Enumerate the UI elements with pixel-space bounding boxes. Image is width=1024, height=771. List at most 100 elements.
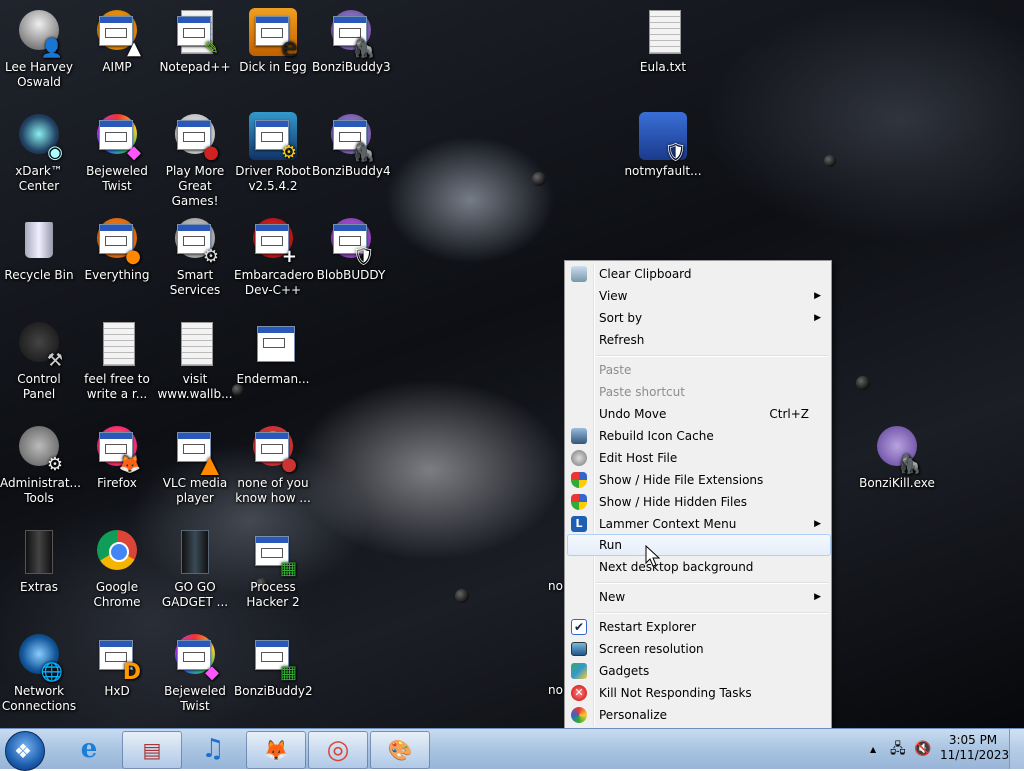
paint-palette-icon: 🎨: [387, 738, 413, 762]
icon-label: BonziBuddy2: [234, 684, 313, 698]
desktop-icon-bejeweled-twist[interactable]: ◆ Bejeweled Twist: [78, 112, 156, 194]
taskbar-winrar[interactable]: ▤: [122, 731, 182, 769]
desktop-icon-network-connections[interactable]: 🌐 Network Connections: [0, 632, 78, 714]
menu-item-gadgets[interactable]: Gadgets: [567, 660, 829, 682]
desktop-icon-notmyfault[interactable]: 🛡 notmyfault...: [624, 112, 702, 179]
icon-label: Dick in Egg: [239, 60, 307, 74]
desktop-icon-bonzibuddy2[interactable]: ▦ BonziBuddy2: [234, 632, 313, 699]
menu-item-show-hide-extensions[interactable]: Show / Hide File Extensions: [567, 469, 829, 491]
taskbar-chrome[interactable]: ◎: [308, 731, 368, 769]
orb-icon: ◉: [47, 142, 63, 163]
taskbar: ❖ e ▤ ♫ 🦊 ◎ 🎨 ▲ 🖧 🔇 3:05 PM 11/11/2023: [0, 728, 1024, 771]
desktop-icon-firefox[interactable]: 🦊 Firefox: [78, 424, 156, 491]
desktop-icon-enderman[interactable]: Enderman...: [234, 320, 312, 387]
menu-item-lammer-context-menu[interactable]: L Lammer Context Menu ▶: [567, 513, 829, 535]
icon-label: Eula.txt: [639, 60, 687, 74]
shield-icon: 🛡: [664, 142, 687, 163]
tray-network[interactable]: 🖧: [890, 729, 906, 769]
icon-label: Control Panel: [17, 372, 61, 401]
desktop-icon-aimp[interactable]: ▲ AIMP: [78, 8, 156, 75]
menu-item-run[interactable]: Run: [567, 534, 831, 556]
menu-item-clear-clipboard[interactable]: Clear Clipboard: [567, 263, 829, 285]
network-icon: 🖧: [890, 741, 906, 757]
icon-label: GO GO GADGET ...: [161, 580, 229, 609]
start-button[interactable]: ❖: [5, 731, 45, 771]
l-icon: L: [571, 516, 587, 532]
icon-label: Bejeweled Twist: [164, 684, 226, 713]
chrome-icon: ◎: [326, 735, 350, 765]
gorilla-icon: 🦍: [898, 454, 921, 475]
desktop-icon-control-panel[interactable]: ⚒ Control Panel: [0, 320, 78, 402]
menu-item-refresh[interactable]: Refresh: [567, 329, 829, 351]
desktop-icon-bonzikill[interactable]: 🦍 BonziKill.exe: [858, 424, 936, 491]
internet-explorer-icon: e: [80, 734, 98, 764]
gem-icon: ◆: [127, 142, 141, 163]
desktop-icon-eula-txt[interactable]: Eula.txt: [624, 8, 702, 75]
search-icon: ●: [125, 246, 141, 267]
desktop-icon-bejeweled-twist-2[interactable]: ◆ Bejeweled Twist: [156, 632, 234, 714]
menu-item-kill-not-responding[interactable]: ✕ Kill Not Responding Tasks: [567, 682, 829, 704]
mouse-cursor-icon: [645, 545, 661, 567]
menu-item-show-hide-hidden-files[interactable]: Show / Hide Hidden Files: [567, 491, 829, 513]
desktop-icon-extras[interactable]: ▮ Extras: [0, 528, 78, 595]
menu-item-rebuild-icon-cache[interactable]: Rebuild Icon Cache: [567, 425, 829, 447]
icon-label: BlobBUDDY: [316, 268, 386, 282]
icon-label: Bejeweled Twist: [86, 164, 148, 193]
shortcut-text: Ctrl+Z: [769, 407, 809, 421]
tray-arrow-icon: ▲: [870, 745, 877, 754]
taskbar-firefox[interactable]: 🦊: [246, 731, 306, 769]
icon-label: Extras: [20, 580, 58, 594]
show-desktop-button[interactable]: [1009, 729, 1024, 769]
submenu-arrow-icon: ▶: [814, 291, 821, 301]
icon-label: notmyfault...: [624, 164, 702, 178]
desktop-icon-bonzibuddy4[interactable]: 🦍 BonziBuddy4: [312, 112, 391, 179]
icon-label: Administrat... Tools: [0, 476, 81, 505]
desktop-icon-go-go-gadget[interactable]: ▮ GO GO GADGET ...: [156, 528, 234, 610]
menu-item-view[interactable]: View ▶: [567, 285, 829, 307]
desktop-icon-administrative-tools[interactable]: ⚙ Administrat... Tools: [0, 424, 81, 506]
desktop-icon-play-more-great-games[interactable]: ● Play More Great Games!: [156, 112, 234, 209]
menu-item-new[interactable]: New ▶: [567, 586, 829, 608]
desktop-icon-hxd[interactable]: D HxD: [78, 632, 156, 699]
taskbar-music[interactable]: ♫: [184, 731, 242, 767]
desktop-icon-vlc[interactable]: ▲ VLC media player: [156, 424, 234, 506]
desktop-icon-blobbuddy[interactable]: 🛡 BlobBUDDY: [312, 216, 390, 283]
desktop-icon-driver-robot[interactable]: ⚙ Driver Robot v2.5.4.2: [234, 112, 312, 194]
winrar-icon: ▤: [142, 738, 162, 762]
tray-overflow-button[interactable]: ▲: [870, 729, 876, 769]
menu-item-screen-resolution[interactable]: Screen resolution: [567, 638, 829, 660]
menu-item-paste-shortcut[interactable]: Paste shortcut: [567, 381, 829, 403]
desktop-icon-visit-wallb[interactable]: visit www.wallb...: [156, 320, 234, 402]
taskbar-paint[interactable]: 🎨: [370, 731, 430, 769]
rebuild-icon: [571, 428, 587, 444]
menu-item-paste[interactable]: Paste: [567, 359, 829, 381]
desktop-icon-everything[interactable]: ● Everything: [78, 216, 156, 283]
icon-label: Embarcadero Dev-C++: [234, 268, 314, 297]
control-panel-icon: ⚒: [46, 350, 63, 371]
desktop-icon-feel-free[interactable]: feel free to write a r...: [78, 320, 156, 402]
desktop-icon-lee-harvey-oswald[interactable]: 👤 Lee Harvey Oswald: [0, 8, 78, 90]
desktop-icon-bonzibuddy3[interactable]: 🦍 BonziBuddy3: [312, 8, 391, 75]
clock[interactable]: 3:05 PM 11/11/2023: [940, 733, 1009, 763]
icon-label: Smart Services: [169, 268, 221, 297]
globe-icon: 🌐: [40, 662, 63, 683]
desktop-icon-recycle-bin[interactable]: 🗑 Recycle Bin: [0, 216, 78, 283]
menu-item-edit-host-file[interactable]: Edit Host File: [567, 447, 829, 469]
menu-item-undo-move[interactable]: Undo Move Ctrl+Z: [567, 403, 829, 425]
menu-item-personalize[interactable]: Personalize: [567, 704, 829, 726]
red-circle-icon: ●: [281, 454, 297, 475]
desktop-icon-process-hacker[interactable]: ▦ Process Hacker 2: [234, 528, 312, 610]
desktop-icon-smart-services[interactable]: ⚙ Smart Services: [156, 216, 234, 298]
desktop-icon-embarcadero-devcpp[interactable]: + Embarcadero Dev-C++: [234, 216, 314, 298]
menu-item-sort-by[interactable]: Sort by ▶: [567, 307, 829, 329]
desktop-icon-google-chrome[interactable]: ◎ Google Chrome: [78, 528, 156, 610]
icon-label: HxD: [104, 684, 130, 698]
desktop-icon-xdark-center[interactable]: ◉ xDark™ Center: [0, 112, 78, 194]
desktop-icon-notepadpp[interactable]: ✎ Notepad++: [156, 8, 234, 75]
desktop-icon-none-of-you[interactable]: ● none of you know how ...: [234, 424, 312, 506]
taskbar-internet-explorer[interactable]: e: [60, 731, 118, 767]
desktop-icon-dick-in-egg[interactable]: e Dick in Egg: [234, 8, 312, 75]
menu-item-restart-explorer[interactable]: ✔ Restart Explorer: [567, 616, 829, 638]
menu-item-next-desktop-background[interactable]: Next desktop background: [567, 556, 829, 578]
tray-volume[interactable]: 🔇: [914, 729, 931, 769]
